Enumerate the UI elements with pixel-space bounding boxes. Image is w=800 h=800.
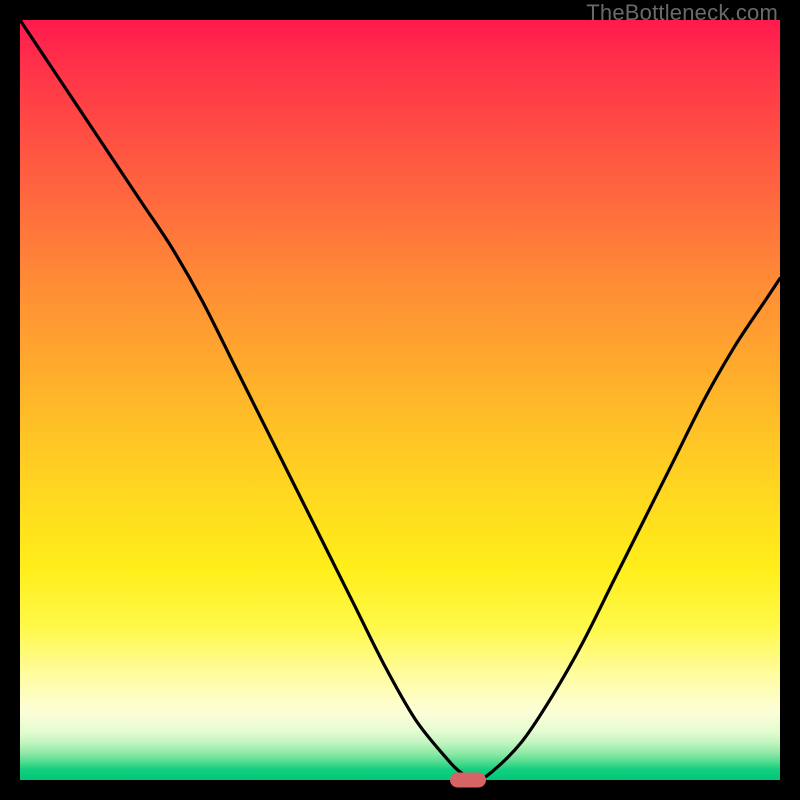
bottleneck-curve (20, 20, 780, 780)
optimal-point-marker (450, 773, 486, 788)
chart-plot-area (20, 20, 780, 780)
chart-frame: TheBottleneck.com (0, 0, 800, 800)
curve-path (20, 20, 780, 780)
watermark-text: TheBottleneck.com (586, 0, 778, 26)
